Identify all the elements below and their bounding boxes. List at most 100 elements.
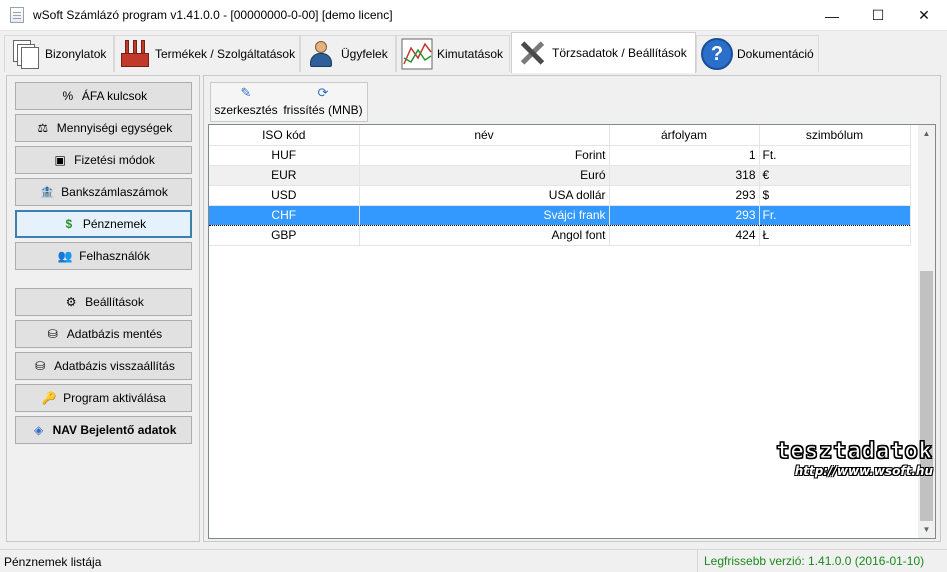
sidebar-item-label: ÁFA kulcsok bbox=[81, 89, 148, 103]
sidebar-item-label: Adatbázis visszaállítás bbox=[54, 359, 175, 373]
tab-torzsadatok[interactable]: Törzsadatok / Beállítások bbox=[511, 32, 696, 73]
database-save-icon: ⛁ bbox=[47, 327, 58, 341]
settings-icon: ⚙ bbox=[65, 295, 77, 309]
scrollbar-thumb[interactable] bbox=[920, 271, 933, 521]
table-row-selected[interactable]: CHF Svájci frank 293 Fr. bbox=[209, 204, 911, 226]
table-row[interactable]: GBP Angol font 424 Ł bbox=[209, 225, 911, 246]
table-row[interactable]: HUF Forint 1 Ft. bbox=[209, 145, 911, 166]
app-icon bbox=[10, 7, 24, 23]
cell-iso: GBP bbox=[209, 225, 360, 246]
table-row[interactable]: EUR Euró 318 € bbox=[209, 165, 911, 186]
sidebar-item-adatbazis-visszaallitas[interactable]: ⛁ Adatbázis visszaállítás bbox=[15, 352, 192, 380]
sidebar-item-label: NAV Bejelentő adatok bbox=[52, 423, 177, 437]
sidebar-item-penznemek[interactable]: $ Pénznemek bbox=[15, 210, 192, 238]
watermark-url: http://www.wsoft.hu bbox=[794, 464, 933, 478]
chart-icon bbox=[401, 38, 433, 70]
users-icon: 👥 bbox=[57, 249, 73, 263]
cell-name: Angol font bbox=[359, 225, 610, 246]
sidebar-item-afa-kulcsok[interactable]: % ÁFA kulcsok bbox=[15, 82, 192, 110]
scroll-up-icon[interactable]: ▲ bbox=[918, 125, 935, 142]
sidebar-item-label: Mennyiségi egységek bbox=[56, 121, 173, 135]
cell-symbol: Ł bbox=[759, 225, 911, 246]
column-header-rate[interactable]: árfolyam bbox=[609, 125, 760, 146]
table-header-row: ISO kód név árfolyam szimbólum bbox=[209, 125, 911, 146]
latest-version-status: Legfrissebb verzió: 1.41.0.0 (2016-01-10… bbox=[697, 550, 947, 572]
cell-symbol: € bbox=[759, 165, 911, 186]
watermark: tesztadatok http://www.wsoft.hu bbox=[776, 439, 933, 479]
column-header-name[interactable]: név bbox=[359, 125, 610, 146]
tab-label: Törzsadatok / Beállítások bbox=[552, 46, 687, 60]
cell-symbol: Ft. bbox=[759, 145, 911, 166]
cell-rate: 318 bbox=[609, 165, 760, 186]
refresh-icon: ⟳ bbox=[317, 85, 329, 100]
sidebar-item-label: Felhasználók bbox=[79, 249, 150, 263]
scale-icon: ⚖ bbox=[37, 121, 49, 135]
nav-icon: ◈ bbox=[33, 423, 44, 437]
percent-icon: % bbox=[62, 89, 74, 103]
factory-icon bbox=[119, 38, 151, 70]
column-header-symbol[interactable]: szimbólum bbox=[759, 125, 911, 146]
currency-icon: $ bbox=[65, 217, 73, 231]
help-icon: ? bbox=[701, 38, 733, 70]
sidebar-item-label: Beállítások bbox=[85, 295, 144, 309]
edit-icon: ✎ bbox=[240, 85, 252, 100]
wallet-icon: ▣ bbox=[54, 153, 66, 167]
cell-iso: EUR bbox=[209, 165, 360, 186]
sidebar-item-nav-bejelento-adatok[interactable]: ◈ NAV Bejelentő adatok bbox=[15, 416, 192, 444]
tab-ugyfelek[interactable]: Ügyfelek bbox=[300, 35, 396, 72]
sidebar-item-program-aktivalasa[interactable]: 🔑 Program aktiválása bbox=[15, 384, 192, 412]
sidebar-item-label: Program aktiválása bbox=[63, 391, 166, 405]
sidebar-item-label: Bankszámlaszámok bbox=[61, 185, 168, 199]
documents-icon bbox=[9, 38, 41, 70]
cell-iso: USD bbox=[209, 185, 360, 206]
sidebar-item-beallitasok[interactable]: ⚙ Beállítások bbox=[15, 288, 192, 316]
cell-name: USA dollár bbox=[359, 185, 610, 206]
sidebar-item-label: Pénznemek bbox=[82, 217, 147, 231]
title-bar: wSoft Számlázó program v1.41.0.0 - [0000… bbox=[0, 0, 947, 31]
sidebar-item-fizetesi-modok[interactable]: ▣ Fizetési módok bbox=[15, 146, 192, 174]
settings-sidebar: % ÁFA kulcsok ⚖ Mennyiségi egységek ▣ Fi… bbox=[6, 75, 200, 542]
cell-rate: 293 bbox=[609, 204, 760, 226]
key-icon: 🔑 bbox=[41, 391, 57, 405]
toolbar: ✎ szerkesztés ⟳ frissítés (MNB) bbox=[210, 82, 368, 122]
sidebar-item-bankszamlaszamok[interactable]: 🏦 Bankszámlaszámok bbox=[15, 178, 192, 206]
tab-label: Ügyfelek bbox=[341, 47, 388, 61]
tools-icon bbox=[516, 37, 548, 69]
cell-name: Forint bbox=[359, 145, 610, 166]
sidebar-item-felhasznalok[interactable]: 👥 Felhasználók bbox=[15, 242, 192, 270]
close-button[interactable]: ✕ bbox=[901, 0, 947, 31]
main-tab-bar: Bizonylatok Termékek / Szolgáltatások Üg… bbox=[0, 31, 947, 73]
cell-rate: 293 bbox=[609, 185, 760, 206]
cell-symbol: $ bbox=[759, 185, 911, 206]
sidebar-item-adatbazis-mentes[interactable]: ⛁ Adatbázis mentés bbox=[15, 320, 192, 348]
refresh-mnb-button[interactable]: ⟳ frissítés (MNB) bbox=[281, 85, 365, 121]
status-text: Pénznemek listája bbox=[4, 555, 102, 569]
tab-label: Bizonylatok bbox=[45, 47, 107, 61]
sidebar-item-label: Adatbázis mentés bbox=[66, 327, 163, 341]
database-restore-icon: ⛁ bbox=[35, 359, 46, 373]
cell-rate: 1 bbox=[609, 145, 760, 166]
edit-button[interactable]: ✎ szerkesztés bbox=[213, 85, 279, 121]
tab-label: Termékek / Szolgáltatások bbox=[155, 47, 296, 61]
tab-termekek[interactable]: Termékek / Szolgáltatások bbox=[114, 35, 300, 72]
cell-rate: 424 bbox=[609, 225, 760, 246]
tab-bizonylatok[interactable]: Bizonylatok bbox=[4, 35, 114, 72]
cell-iso: HUF bbox=[209, 145, 360, 166]
cell-symbol: Fr. bbox=[759, 204, 911, 226]
cell-iso: CHF bbox=[209, 204, 360, 226]
minimize-button[interactable]: — bbox=[809, 0, 855, 31]
column-header-iso[interactable]: ISO kód bbox=[209, 125, 360, 146]
tab-kimutatasok[interactable]: Kimutatások bbox=[396, 35, 510, 72]
edit-button-label: szerkesztés bbox=[214, 103, 278, 117]
tab-dokumentacio[interactable]: ? Dokumentáció bbox=[696, 35, 819, 72]
table-row[interactable]: USD USA dollár 293 $ bbox=[209, 185, 911, 206]
maximize-button[interactable]: ☐ bbox=[855, 0, 901, 31]
status-bar: Pénznemek listája Legfrissebb verzió: 1.… bbox=[0, 549, 947, 572]
sidebar-item-mennyisegi-egysegek[interactable]: ⚖ Mennyiségi egységek bbox=[15, 114, 192, 142]
window-controls: — ☐ ✕ bbox=[809, 0, 947, 31]
customer-icon bbox=[305, 38, 337, 70]
cell-name: Euró bbox=[359, 165, 610, 186]
bank-icon: 🏦 bbox=[39, 185, 55, 199]
scroll-down-icon[interactable]: ▼ bbox=[918, 521, 935, 538]
watermark-title: tesztadatok bbox=[776, 439, 933, 465]
